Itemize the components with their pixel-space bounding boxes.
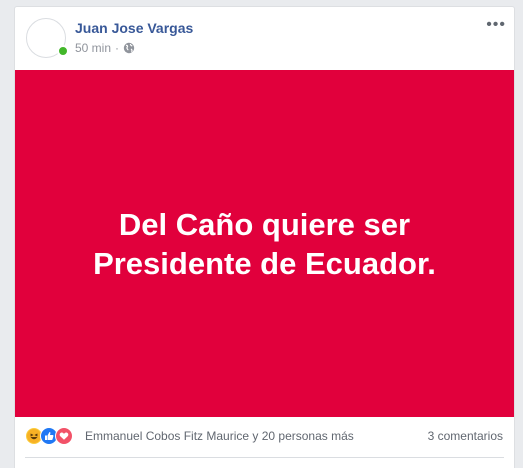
meta-separator: · xyxy=(115,41,120,55)
comments-count[interactable]: 3 comentarios xyxy=(428,429,503,443)
online-status-dot xyxy=(57,45,69,57)
reaction-icons[interactable] xyxy=(25,427,73,445)
post-author-name[interactable]: Juan Jose Vargas xyxy=(75,20,193,36)
author-avatar[interactable] xyxy=(26,18,69,58)
action-divider xyxy=(25,457,504,458)
post-background: Del Caño quiere ser Presidente de Ecuado… xyxy=(15,70,514,417)
globe-icon[interactable] xyxy=(123,42,135,54)
post-text: Del Caño quiere ser Presidente de Ecuado… xyxy=(93,206,436,281)
love-reaction-icon[interactable] xyxy=(55,427,73,445)
post-card: Juan Jose Vargas 50 min · ••• Del Caño q… xyxy=(14,6,515,468)
post-meta: 50 min · xyxy=(75,41,135,55)
post-timestamp[interactable]: 50 min xyxy=(75,41,111,55)
reactions-summary[interactable]: Emmanuel Cobos Fitz Maurice y 20 persona… xyxy=(85,429,354,443)
reactions-bar: Emmanuel Cobos Fitz Maurice y 20 persona… xyxy=(15,423,514,447)
more-options-icon[interactable]: ••• xyxy=(486,17,506,33)
